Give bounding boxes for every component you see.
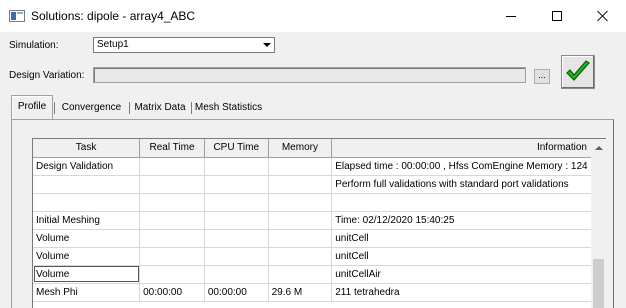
cell-information: 211 tetrahedra [331,283,606,302]
cell-memory [268,157,333,176]
vertical-scrollbar[interactable] [591,139,606,308]
column-header-information[interactable]: Information [331,139,606,158]
cell-real-time [139,247,205,266]
cell-task: Volume [33,247,141,266]
cell-real-time [139,211,205,230]
minimize-button[interactable] [488,0,534,32]
table-header-row: Task Real Time CPU Time Memory Informati… [33,139,606,158]
title-bar: Solutions: dipole - array4_ABC [0,0,626,32]
window-title: Solutions: dipole - array4_ABC [31,9,196,23]
cell-real-time [139,265,205,284]
close-button[interactable] [580,0,626,32]
table-row[interactable]: Mesh Phi 00:00:00 00:00:00 29.6 M 211 te… [33,283,606,302]
table-row[interactable]: Volume unitCell [33,247,606,266]
cell-cpu-time [204,157,269,176]
cell-memory [268,247,333,266]
cell-information: Perform full validations with standard p… [331,175,606,194]
profile-table[interactable]: Task Real Time CPU Time Memory Informati… [32,138,606,308]
cell-real-time: 00:00:00 [139,283,205,302]
cell-real-time [139,193,205,212]
cell-task: Design Validation [33,157,141,176]
cell-cpu-time [204,247,269,266]
cell-cpu-time [204,265,269,284]
cell-cpu-time [204,229,269,248]
tab-matrix-data[interactable]: Matrix Data [129,97,190,119]
cell-task-selected[interactable]: Volume [33,265,141,284]
cell-information: Elapsed time : 00:00:00 , Hfss ComEngine… [331,157,606,176]
cell-task: Volume [33,229,141,248]
cell-memory [268,193,333,212]
cell-real-time [139,157,205,176]
cell-information: unitCell [331,229,606,248]
table-row[interactable] [33,193,606,212]
cell-real-time [139,229,205,248]
tab-profile[interactable]: Profile [11,95,53,119]
close-icon [597,10,609,22]
maximize-icon [552,11,562,21]
column-header-real-time[interactable]: Real Time [139,139,205,158]
cell-information: unitCellAir [331,265,606,284]
cell-task [33,175,141,194]
table-row[interactable]: Volume unitCell [33,229,606,248]
cell-memory [268,211,333,230]
cell-task: Initial Meshing [33,211,141,230]
cell-cpu-time [204,175,269,194]
apply-button[interactable] [561,55,595,89]
cell-information: unitCell [331,247,606,266]
tab-mesh-statistics[interactable]: Mesh Statistics [191,97,265,119]
browse-variation-button[interactable]: ... [534,69,550,84]
scrollbar-thumb[interactable] [593,259,604,308]
design-variation-label: Design Variation: [9,70,85,81]
column-header-cpu-time[interactable]: CPU Time [204,139,269,158]
cell-cpu-time [204,193,269,212]
column-header-memory[interactable]: Memory [268,139,333,158]
design-variation-field[interactable] [93,67,526,83]
cell-memory: 29.6 M [268,283,333,302]
table-row[interactable]: Design Validation Elapsed time : 00:00:0… [33,157,606,176]
cell-information: Time: 02/12/2020 15:40:25 [331,211,606,230]
simulation-dropdown[interactable]: Setup1 [93,37,275,53]
simulation-label: Simulation: [9,40,59,51]
cell-task [33,193,141,212]
cell-memory [268,175,333,194]
cell-real-time [139,175,205,194]
cell-memory [268,265,333,284]
column-header-task[interactable]: Task [33,139,141,158]
cell-information [331,193,606,212]
table-row[interactable]: Volume unitCellAir [33,265,606,284]
table-row[interactable]: Perform full validations with standard p… [33,175,606,194]
checkmark-icon [566,60,590,81]
scroll-up-arrow-icon[interactable] [591,139,606,156]
app-window-icon [9,10,25,22]
simulation-value: Setup1 [97,39,129,50]
cell-cpu-time: 00:00:00 [204,283,269,302]
chevron-down-icon[interactable] [259,38,274,52]
tab-convergence[interactable]: Convergence [54,97,128,119]
cell-cpu-time [204,211,269,230]
maximize-button[interactable] [534,0,580,32]
cell-memory [268,229,333,248]
table-row[interactable]: Initial Meshing Time: 02/12/2020 15:40:2… [33,211,606,230]
cell-task: Mesh Phi [33,283,141,302]
minimize-icon [506,15,516,17]
